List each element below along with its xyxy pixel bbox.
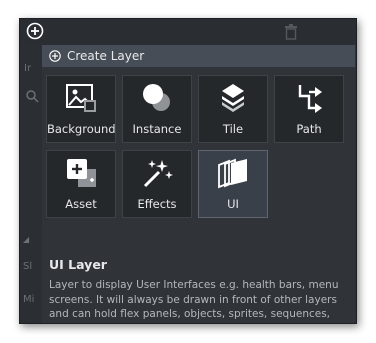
background-label: Mi	[23, 294, 35, 305]
layer-info-description: Layer to display User Interfaces e.g. he…	[49, 279, 339, 323]
tile-layers-icon	[222, 84, 244, 112]
add-layer-button[interactable]	[26, 22, 44, 40]
background-label: Ir	[24, 63, 32, 74]
asset-plus-icon	[67, 159, 96, 187]
layer-info-title: UI Layer	[49, 257, 107, 272]
layer-tile-asset[interactable]: Asset	[46, 150, 116, 218]
collapse-arrow-icon: ◢	[23, 235, 30, 244]
tile-label: Tile	[222, 122, 244, 136]
search-icon	[26, 90, 39, 103]
ui-cards-icon	[218, 158, 247, 189]
tile-label: Effects	[137, 197, 177, 211]
room-editor-panel: Ir ◢ Sl Mi Ma Create Layer	[19, 18, 357, 324]
tile-label: Path	[296, 122, 322, 136]
image-icon	[66, 84, 96, 112]
magic-wand-icon	[143, 160, 173, 188]
background-side-panel: Ir ◢ Sl Mi Ma	[20, 45, 42, 323]
layer-tile-effects[interactable]: Effects	[122, 150, 192, 218]
tile-label: Instance	[132, 122, 182, 136]
layer-tile-tile[interactable]: Tile	[198, 75, 268, 143]
create-layer-popup: Create Layer Background Instance Tile Pa…	[42, 45, 355, 323]
plus-circle-icon	[49, 50, 61, 62]
layer-tile-ui[interactable]: UI	[198, 150, 268, 218]
tile-label: Asset	[65, 197, 97, 211]
layer-tile-instance[interactable]: Instance	[122, 75, 192, 143]
layer-tile-path[interactable]: Path	[274, 75, 344, 143]
trash-icon[interactable]	[284, 24, 298, 40]
layer-toolbar	[20, 19, 356, 45]
popup-title: Create Layer	[67, 49, 145, 63]
layer-tile-background[interactable]: Background	[46, 75, 116, 143]
tile-label: UI	[227, 197, 239, 211]
add-circle-icon	[26, 22, 44, 40]
instance-circles-icon	[143, 84, 170, 111]
background-label: Sl	[23, 261, 33, 272]
create-layer-header: Create Layer	[42, 45, 355, 67]
path-icon	[298, 85, 322, 113]
tile-label: Background	[47, 122, 116, 136]
